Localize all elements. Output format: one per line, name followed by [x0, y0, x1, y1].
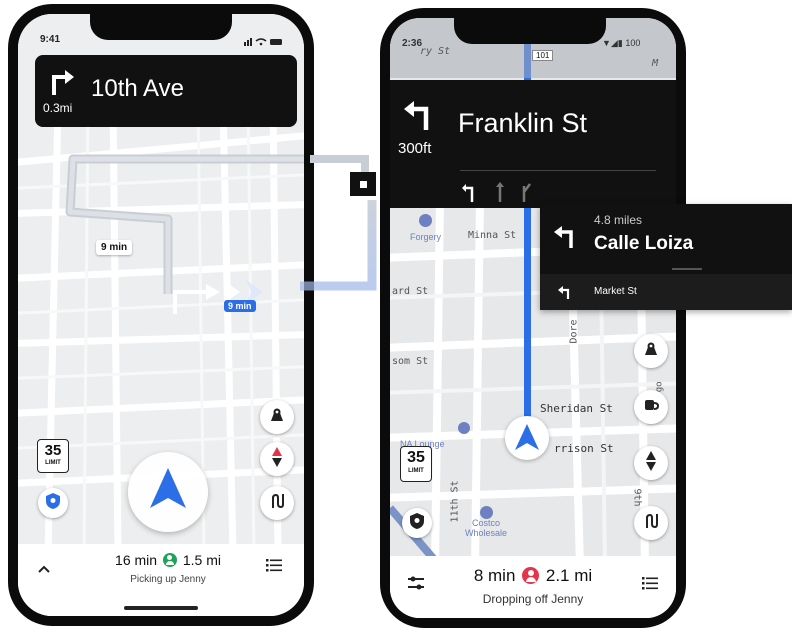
left-phone-notch — [90, 12, 232, 40]
home-indicator — [124, 606, 198, 610]
poi-costco-label: Costco Wholesale — [464, 518, 508, 538]
safety-button[interactable] — [402, 508, 432, 538]
menu-list-icon[interactable] — [266, 558, 282, 577]
trip-summary-panel: 16 min 1.5 mi Picking up Jenny — [18, 544, 304, 616]
street-label-top-right: M — [652, 58, 659, 69]
current-location-puck — [505, 416, 549, 460]
status-icons — [244, 34, 284, 46]
popover-next-row: Market St — [540, 274, 792, 310]
popover-divider — [672, 268, 702, 270]
popover-distance: 4.8 miles — [594, 213, 643, 227]
popover-street-name: Calle Loiza — [594, 233, 694, 254]
rider-green-icon — [162, 553, 177, 567]
turn-left-icon — [404, 98, 432, 135]
next-turn-left-icon — [558, 285, 572, 304]
turn-right-icon — [49, 67, 75, 100]
route-overview-button[interactable] — [260, 486, 294, 520]
report-button[interactable] — [260, 400, 294, 434]
popover-turn-left-icon — [554, 224, 576, 253]
route-overview-icon — [643, 513, 659, 534]
right-phone-screen: 2:36 ry St 101 ▼◢▮ 100 M 300ft Franklin … — [390, 18, 676, 618]
poi-costco[interactable]: Costco Wholesale — [458, 506, 514, 539]
street-label-ninth: 9th — [631, 488, 643, 507]
shield-icon — [410, 512, 424, 534]
turn-street-name: 10th Ave — [91, 75, 184, 102]
left-phone: 9 min 9 min 9:41 0.3mi 10th Ave 35 LIMIT… — [8, 4, 314, 626]
route-overview-icon — [269, 493, 285, 514]
navigation-arrow-icon — [150, 468, 186, 513]
street-label-som: som St — [392, 356, 429, 367]
trip-distance: 2.1 mi — [545, 566, 593, 585]
compass-button[interactable] — [634, 446, 668, 480]
coffee-poi-button[interactable] — [634, 390, 668, 424]
trip-eta-row: 8 min 2.1 mi — [450, 566, 616, 586]
next-street-name: Market St — [594, 286, 637, 297]
speed-limit-sign: 35 LIMIT — [400, 446, 432, 482]
right-phone: 2:36 ry St 101 ▼◢▮ 100 M 300ft Franklin … — [380, 8, 686, 628]
compass-icon — [271, 446, 283, 472]
trip-eta-row: 16 min 1.5 mi — [98, 552, 238, 568]
connector-marker — [350, 172, 376, 196]
trip-summary-panel: 8 min 2.1 mi Dropping off Jenny — [390, 556, 676, 618]
signal-icon: ▼◢▮ — [602, 38, 623, 48]
route-shield-101: 101 — [532, 50, 554, 61]
street-label-dore: Dore — [568, 319, 580, 344]
speed-limit-sign: 35 LIMIT — [37, 439, 69, 473]
poi-pin-icon — [419, 214, 432, 227]
main-route-time-label: 9 min — [224, 300, 256, 312]
trip-distance: 1.5 mi — [182, 552, 221, 568]
status-time: 2:36 — [402, 38, 423, 49]
safety-button[interactable] — [38, 488, 68, 518]
speed-limit-value: 35 — [44, 442, 62, 459]
trip-status: Picking up Jenny — [130, 574, 206, 585]
location-report-icon — [269, 407, 285, 428]
route-overview-button[interactable] — [634, 506, 668, 540]
coffee-cup-icon — [643, 397, 660, 418]
turn-distance: 0.3mi — [43, 101, 73, 115]
lane-guidance-icons — [462, 180, 542, 209]
alt-route-time-label: 9 min — [96, 240, 133, 255]
poi-forgery[interactable]: Forgery — [410, 214, 441, 245]
street-label-top: ry St — [420, 46, 451, 57]
battery-percent: 100 — [625, 38, 641, 48]
poi-pin-icon — [458, 422, 470, 434]
street-label-sheridan: Sheridan St — [540, 402, 613, 415]
turn-street-name: Franklin St — [458, 108, 588, 138]
status-icons: ▼◢▮ 100 — [602, 38, 640, 49]
street-label-ard: ard St — [392, 286, 429, 297]
banner-divider — [460, 170, 656, 171]
menu-list-icon[interactable] — [642, 576, 658, 595]
current-location-puck — [128, 452, 208, 532]
speed-limit-value: 35 — [407, 449, 425, 466]
status-time: 9:41 — [40, 34, 61, 45]
poi-forgery-label: Forgery — [410, 232, 442, 242]
shield-icon — [46, 492, 60, 514]
turn-distance: 300ft — [398, 140, 432, 157]
speed-limit-label: LIMIT — [45, 460, 61, 466]
street-label-harrison: rrison St — [554, 442, 614, 455]
compass-icon — [645, 450, 657, 476]
left-phone-screen: 9 min 9 min 9:41 0.3mi 10th Ave 35 LIMIT… — [18, 14, 304, 616]
location-report-icon — [643, 341, 659, 362]
turn-instruction-banner[interactable]: 0.3mi 10th Ave — [35, 55, 297, 127]
trip-eta: 8 min — [473, 566, 516, 585]
report-button[interactable] — [634, 334, 668, 368]
turn-instruction-banner[interactable]: 300ft Franklin St — [390, 80, 676, 208]
next-turn-popover[interactable]: 4.8 miles Calle Loiza Market St — [540, 204, 792, 310]
speed-limit-label: LIMIT — [408, 468, 424, 474]
route-options-icon[interactable] — [408, 576, 424, 595]
street-label-minna: Minna St — [468, 230, 517, 241]
rider-red-icon — [522, 567, 540, 584]
right-phone-notch — [454, 16, 606, 44]
trip-status: Dropping off Jenny — [482, 592, 584, 606]
trip-eta: 16 min — [115, 552, 158, 568]
navigation-arrow-icon — [515, 424, 539, 455]
expand-chevron-icon[interactable] — [38, 560, 50, 578]
compass-button[interactable] — [260, 442, 294, 476]
